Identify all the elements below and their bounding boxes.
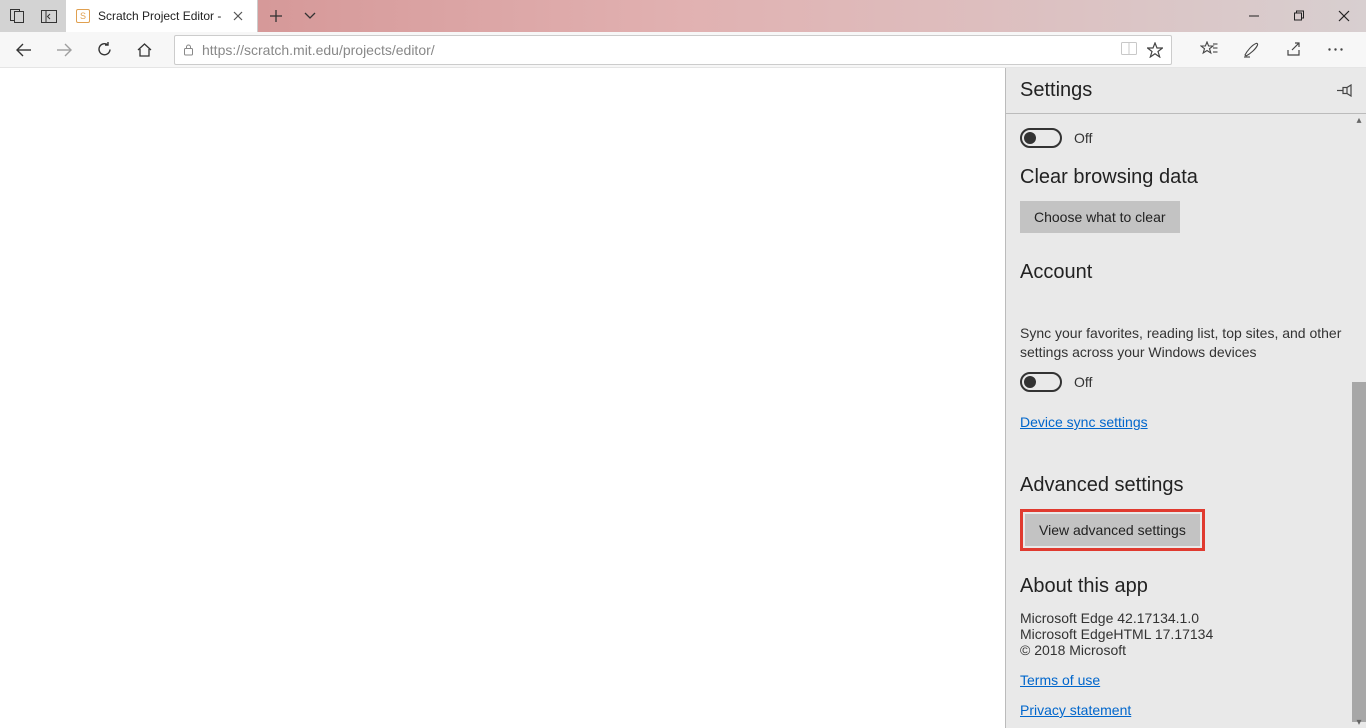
toggle-generic-1-state: Off xyxy=(1074,130,1092,146)
notes-pen-icon[interactable] xyxy=(1238,34,1264,66)
sync-toggle[interactable] xyxy=(1020,372,1062,392)
about-this-app-heading: About this app xyxy=(1020,575,1352,598)
account-heading: Account xyxy=(1020,261,1352,284)
new-tab-button[interactable] xyxy=(264,4,288,28)
tab-title: Scratch Project Editor - xyxy=(98,9,221,23)
home-button[interactable] xyxy=(128,34,160,66)
reading-view-icon[interactable] xyxy=(1121,42,1137,58)
refresh-button[interactable] xyxy=(88,34,120,66)
scrollbar-thumb[interactable] xyxy=(1352,382,1366,722)
clear-browsing-data-heading: Clear browsing data xyxy=(1020,166,1352,189)
maximize-restore-button[interactable] xyxy=(1276,0,1321,32)
settings-panel: Settings ▴ Off Clear browsing data Choos… xyxy=(1005,68,1366,728)
page-viewport xyxy=(0,68,1005,728)
toggle-generic-1[interactable] xyxy=(1020,128,1062,148)
window-controls xyxy=(1231,0,1366,32)
view-advanced-settings-button[interactable]: View advanced settings xyxy=(1025,514,1200,546)
terms-of-use-link[interactable]: Terms of use xyxy=(1020,672,1352,688)
minimize-button[interactable] xyxy=(1231,0,1276,32)
forward-button[interactable] xyxy=(48,34,80,66)
more-menu-icon[interactable] xyxy=(1322,34,1348,66)
toolbar-right xyxy=(1186,34,1358,66)
content-area: Settings ▴ Off Clear browsing data Choos… xyxy=(0,68,1366,728)
browser-tab[interactable]: S Scratch Project Editor - xyxy=(66,0,258,32)
share-icon[interactable] xyxy=(1280,34,1306,66)
scroll-down-arrow[interactable]: ▾ xyxy=(1354,717,1364,727)
sync-toggle-state: Off xyxy=(1074,374,1092,390)
about-edgehtml-version: Microsoft EdgeHTML 17.17134 xyxy=(1020,626,1352,642)
settings-body: ▴ Off Clear browsing data Choose what to… xyxy=(1006,114,1366,728)
privacy-statement-link[interactable]: Privacy statement xyxy=(1020,702,1352,718)
favorites-list-icon[interactable] xyxy=(1196,34,1222,66)
back-button[interactable] xyxy=(8,34,40,66)
settings-header: Settings xyxy=(1006,68,1366,114)
tabs-aside-icon[interactable] xyxy=(6,4,29,28)
advanced-settings-highlight: View advanced settings xyxy=(1020,509,1205,551)
scroll-up-arrow[interactable]: ▴ xyxy=(1354,115,1364,125)
favorite-star-icon[interactable] xyxy=(1147,42,1163,58)
close-window-button[interactable] xyxy=(1321,0,1366,32)
navbar xyxy=(0,32,1366,68)
tab-actions-chevron-icon[interactable] xyxy=(298,4,322,28)
tab-close-button[interactable] xyxy=(229,11,247,21)
show-tabs-aside-icon[interactable] xyxy=(37,4,60,28)
advanced-settings-heading: Advanced settings xyxy=(1020,474,1352,497)
pin-icon[interactable] xyxy=(1337,84,1352,97)
url-input[interactable] xyxy=(202,42,1113,58)
tab-strip-controls xyxy=(258,0,328,32)
titlebar-left-controls xyxy=(0,0,66,32)
tab-favicon-icon: S xyxy=(76,9,90,23)
about-copyright: © 2018 Microsoft xyxy=(1020,642,1352,658)
settings-title: Settings xyxy=(1020,79,1092,102)
address-bar[interactable] xyxy=(174,35,1172,65)
choose-what-to-clear-button[interactable]: Choose what to clear xyxy=(1020,201,1180,233)
about-edge-version: Microsoft Edge 42.17134.1.0 xyxy=(1020,610,1352,626)
titlebar: S Scratch Project Editor - xyxy=(0,0,1366,32)
lock-icon xyxy=(183,43,194,56)
sync-description: Sync your favorites, reading list, top s… xyxy=(1020,324,1352,362)
device-sync-settings-link[interactable]: Device sync settings xyxy=(1020,414,1148,430)
